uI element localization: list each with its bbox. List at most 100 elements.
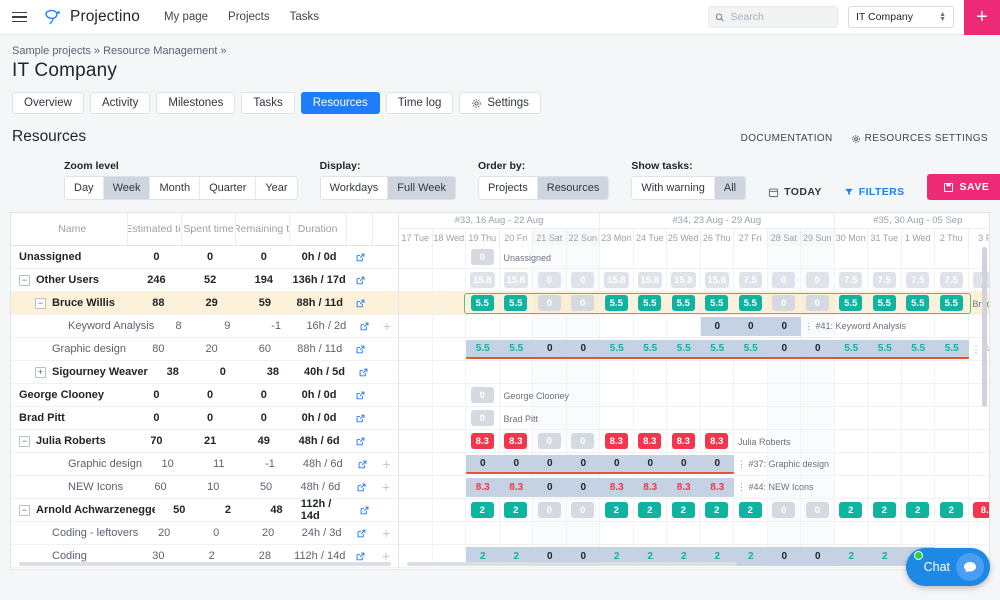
allocation-chip[interactable]: 2 (504, 502, 528, 518)
tab-milestones[interactable]: Milestones (156, 92, 236, 114)
allocation-chip[interactable]: 0 (537, 272, 561, 288)
table-row[interactable]: Brad Pitt 0 0 0 0h / 0d (11, 407, 398, 430)
allocation-chip[interactable]: 5.5 (604, 295, 628, 311)
timeline-cell[interactable] (634, 315, 667, 337)
zoom-option-year[interactable]: Year (256, 177, 296, 199)
timeline-cell[interactable] (734, 384, 768, 406)
timeline-cell[interactable] (801, 522, 835, 544)
allocation-chip[interactable]: 0 (537, 433, 561, 449)
timeline-cell[interactable] (399, 522, 433, 544)
external-link-icon[interactable] (356, 528, 367, 539)
timeline-cell[interactable]: 0 (466, 384, 500, 406)
timeline-cell[interactable] (566, 361, 600, 383)
table-row[interactable]: Unassigned 0 0 0 0h / 0d (11, 246, 398, 269)
timeline-cell[interactable]: 2 (667, 499, 701, 521)
table-row[interactable]: Coding - leftovers 20 0 20 24h / 3d + (11, 522, 398, 545)
task-drag-handle-icon[interactable]: ⋮ (803, 321, 813, 331)
timeline-row[interactable]: 15.8 15.8 0 0 15.8 15.8 15.8 15.8 7.5 0 0 7.5 7.5 7.5… (399, 269, 989, 292)
timeline-cell[interactable]: 8.3 (634, 430, 667, 452)
timeline-cell[interactable] (500, 522, 533, 544)
task-bar-cell[interactable]: 0 (533, 458, 567, 469)
timeline-cell[interactable]: 8.3 (500, 430, 533, 452)
allocation-chip[interactable]: 8.3 (604, 433, 628, 449)
table-row[interactable]: − Other Users 246 52 194 136h / 17d (11, 269, 398, 292)
timeline-cell[interactable] (902, 384, 935, 406)
timeline-cell[interactable] (868, 246, 902, 268)
filters-button[interactable]: FILTERS (844, 186, 905, 200)
allocation-chip[interactable]: 0 (772, 295, 796, 311)
external-link-icon[interactable] (355, 275, 366, 286)
timeline-cell[interactable] (767, 361, 801, 383)
task-bar-cell[interactable]: 0 (567, 551, 601, 562)
save-button[interactable]: SAVE (926, 174, 1000, 200)
timeline-cell[interactable]: 2 (500, 499, 533, 521)
task-bar-cell[interactable]: 0 (567, 458, 601, 469)
hamburger-menu-icon[interactable] (0, 0, 38, 34)
display-option-full-week[interactable]: Full Week (388, 177, 455, 199)
external-link-icon[interactable] (355, 390, 366, 401)
timeline-cell[interactable]: 8.3 (466, 430, 500, 452)
task-bar-cell[interactable]: 2 (500, 551, 534, 562)
search-input[interactable] (730, 11, 831, 23)
timeline-cell[interactable] (566, 522, 600, 544)
task-drag-handle-icon[interactable]: ⋮ (971, 344, 981, 354)
task-bar-cell[interactable]: 0 (768, 321, 802, 332)
task-bar-cell[interactable]: 0 (466, 458, 500, 469)
timeline-cell[interactable]: 5.5 (868, 292, 902, 314)
timeline-cell[interactable] (835, 246, 868, 268)
timeline-cell[interactable] (935, 315, 969, 337)
timeline-cell[interactable] (634, 522, 667, 544)
timeline-row[interactable]: 5.55.5005.55.55.55.55.5005.55.55.55.5Bru… (399, 292, 989, 315)
timeline-cell[interactable] (835, 361, 868, 383)
allocation-chip[interactable]: 2 (906, 502, 930, 518)
timeline-cell[interactable] (433, 499, 466, 521)
timeline-cell[interactable] (600, 522, 634, 544)
timeline-cell[interactable] (433, 361, 466, 383)
timeline-cell[interactable]: 15.8 (600, 269, 634, 291)
timeline-cell[interactable] (935, 430, 969, 452)
table-row[interactable]: − Arnold Achwarzenegger 50 2 48 112h / 14d (11, 498, 398, 522)
timeline-cell[interactable] (902, 522, 935, 544)
timeline-cell[interactable] (969, 453, 990, 475)
allocation-chip[interactable]: 5.5 (638, 295, 662, 311)
timeline-cell[interactable] (734, 407, 768, 429)
timeline-cell[interactable] (935, 246, 969, 268)
timeline-cell[interactable] (634, 361, 667, 383)
collapse-toggle-icon[interactable]: − (35, 297, 46, 309)
timeline-cell[interactable]: 0 (767, 269, 801, 291)
timeline-cell[interactable]: 7.5 (835, 269, 868, 291)
brand-logo-link[interactable]: Projectino (44, 7, 140, 27)
timeline-cell[interactable] (566, 246, 600, 268)
task-bar-cell[interactable]: 0 (533, 482, 567, 493)
timeline-row[interactable]: 0 Unassigned (399, 246, 989, 269)
timeline-cell[interactable] (399, 430, 433, 452)
timeline-row[interactable]: 2 2 0 0 2 2 2 2 2 0 0 2 2 2 2 8. (399, 499, 989, 522)
allocation-chip[interactable]: 5.5 (906, 295, 930, 311)
timeline-cell[interactable]: 0 (801, 292, 835, 314)
task-bar-cell[interactable]: 5.5 (935, 343, 969, 354)
task-drag-handle-icon[interactable]: ⋮ (736, 482, 746, 492)
task-bar[interactable]: 5.5 5.5 0 0 5.5 5.5 5.5 5.5 5.5 0 0 5.5 5.5 5.5 5.5 (466, 340, 969, 359)
timeline-cell[interactable] (801, 384, 835, 406)
timeline-cell[interactable] (433, 476, 466, 498)
task-bar[interactable]: 000 (700, 317, 802, 336)
timeline-cell[interactable] (801, 430, 835, 452)
allocation-chip[interactable]: 15.8 (604, 272, 629, 288)
timeline-cell[interactable] (767, 246, 801, 268)
timeline-cell[interactable]: 5.5 (902, 292, 935, 314)
timeline-cell[interactable] (399, 361, 433, 383)
tab-resources[interactable]: Resources (300, 92, 380, 114)
timeline-cell[interactable] (533, 315, 567, 337)
timeline-cell[interactable]: 0 (801, 269, 835, 291)
allocation-chip[interactable]: 0 (805, 272, 829, 288)
timeline-cell[interactable] (701, 407, 734, 429)
timeline-cell[interactable]: 15.8 (667, 269, 701, 291)
collapse-toggle-icon[interactable]: − (19, 274, 30, 286)
row-add-button[interactable]: + (376, 315, 398, 337)
allocation-chip[interactable]: 5.5 (872, 295, 896, 311)
allocation-chip[interactable]: 15.8 (704, 272, 729, 288)
timeline-cell[interactable] (566, 407, 600, 429)
allocation-chip[interactable]: 2 (638, 502, 662, 518)
timeline-cell[interactable] (935, 453, 969, 475)
timeline-cell[interactable]: 0 (533, 269, 567, 291)
